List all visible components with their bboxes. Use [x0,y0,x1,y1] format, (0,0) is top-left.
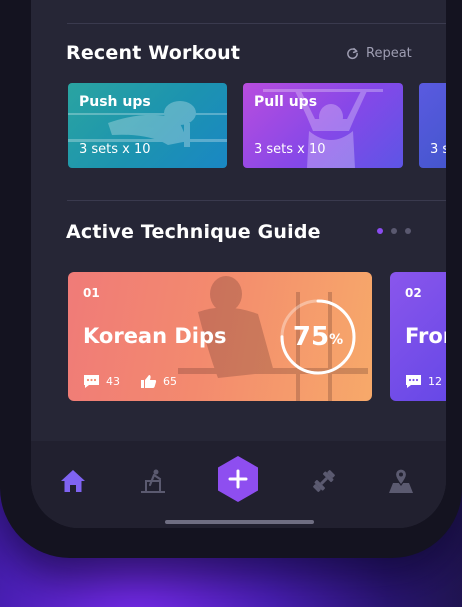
home-icon [61,470,85,492]
technique-card-korean-dips[interactable]: 01 Korean Dips 75% 43 65 [68,272,372,401]
pager-dot-1[interactable] [377,228,383,234]
workout-name: Push ups [79,94,151,110]
nav-workouts[interactable] [306,463,342,499]
technique-name: Korean Dips [83,324,227,348]
like-icon[interactable] [140,374,157,389]
bottom-nav [31,441,446,528]
comment-icon[interactable] [405,374,422,389]
technique-number: 02 [405,286,422,300]
recent-workout-list: Push ups 3 sets x 10 Pull ups 3 sets x 1… [68,83,446,171]
add-icon [218,456,258,502]
technique-stats: 12 [405,374,442,389]
pager-dot-3[interactable] [405,228,411,234]
workout-sets: 3 sets x 10 [79,142,151,157]
workout-name: Pull ups [254,94,318,110]
technique-carousel: 01 Korean Dips 75% 43 65 02 Fro 12 [68,272,446,402]
technique-number: 01 [83,286,100,300]
workout-card-push-ups[interactable]: Push ups 3 sets x 10 [68,83,227,168]
repeat-button[interactable]: Repeat [346,46,412,61]
workout-card-pull-ups[interactable]: Pull ups 3 sets x 10 [243,83,403,168]
recent-workout-title: Recent Workout [66,42,241,64]
add-workout-button[interactable] [216,455,260,503]
app-screen: Recent Workout Repeat Push ups 3 sets x … [31,0,446,528]
phone-frame: Recent Workout Repeat Push ups 3 sets x … [0,0,462,558]
dumbbell-icon [313,470,335,492]
nav-map[interactable] [383,463,419,499]
progress-value: 75% [275,294,361,380]
like-count: 65 [163,375,177,388]
technique-name: Fron [405,324,446,348]
progress-number: 75 [292,322,330,352]
divider [67,200,446,201]
workout-sets: 3 sets x 10 [254,142,326,157]
technique-icon [141,469,165,493]
comment-icon[interactable] [83,374,100,389]
workout-sets: 3 s [430,142,446,157]
technique-stats: 43 65 [83,374,177,389]
comment-count: 43 [106,375,120,388]
progress-unit: % [329,332,344,348]
divider [67,23,446,24]
comment-count: 12 [428,375,442,388]
repeat-label: Repeat [366,46,412,61]
workout-card-partial[interactable]: 3 s [419,83,446,168]
map-icon [389,468,413,493]
progress-ring: 75% [275,294,361,380]
technique-card-02[interactable]: 02 Fron 12 [390,272,446,401]
technique-guide-title: Active Technique Guide [66,221,321,243]
nav-home[interactable] [55,463,91,499]
home-indicator[interactable] [165,520,314,524]
carousel-pager [377,228,411,234]
pager-dot-2[interactable] [391,228,397,234]
repeat-icon [347,47,358,60]
nav-technique[interactable] [135,463,171,499]
